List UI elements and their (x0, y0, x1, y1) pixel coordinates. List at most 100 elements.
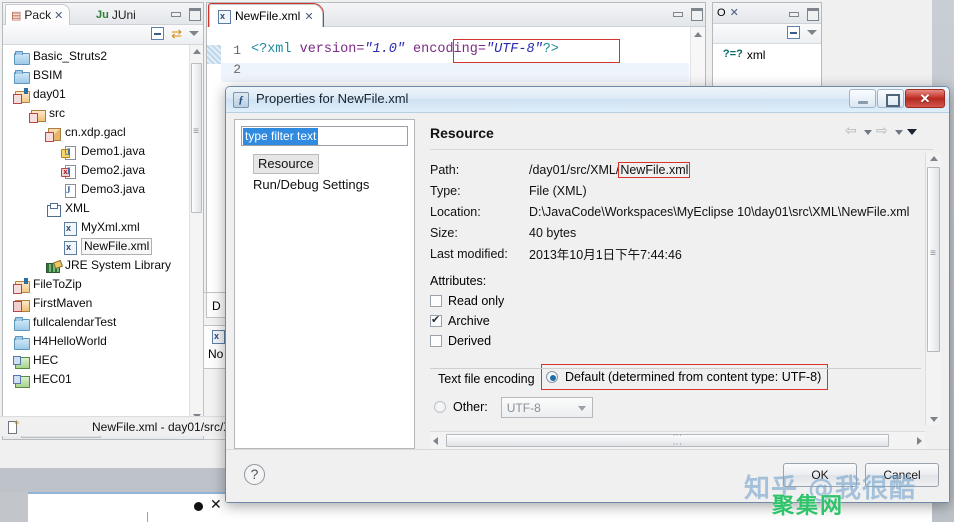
tree-item-label: src (49, 104, 65, 123)
collapse-all-icon[interactable] (787, 26, 800, 39)
link-with-editor-icon[interactable]: ⇄ (171, 27, 182, 40)
checkbox-box[interactable] (430, 335, 442, 347)
minimize-view-icon[interactable] (787, 7, 800, 19)
tab-package-explorer[interactable]: ▤ Pack ✕ (5, 4, 70, 25)
tab-outline[interactable]: O ✕ (717, 6, 739, 19)
chevron-down-icon[interactable] (578, 406, 586, 411)
scroll-thumb[interactable] (927, 167, 940, 352)
tree-item[interactable]: H4HelloWorld (3, 332, 203, 351)
nav-item-run-debug-settings[interactable]: Run/Debug Settings (253, 174, 414, 195)
close-icon[interactable]: ✕ (304, 10, 313, 23)
scroll-up-icon[interactable] (930, 156, 938, 161)
radio-button[interactable] (434, 401, 446, 413)
field-size: Size: 40 bytes (430, 222, 921, 243)
tree-item[interactable]: cn.xdp.gacl (3, 123, 203, 142)
checkbox-archive[interactable]: Archive (430, 311, 921, 331)
editor-view-buttons (671, 7, 702, 19)
minimize-button[interactable] (849, 89, 876, 108)
tree-item[interactable]: BSIM (3, 66, 203, 85)
forward-arrow-icon[interactable] (876, 125, 891, 139)
checkbox-derived[interactable]: Derived (430, 331, 921, 351)
scroll-thumb[interactable] (446, 434, 889, 447)
tree-item[interactable]: Basic_Struts2 (3, 47, 203, 66)
cancel-button[interactable]: Cancel (865, 463, 939, 487)
scroll-up-icon[interactable] (694, 32, 702, 37)
tree-item[interactable]: day01 (3, 85, 203, 104)
tree-item[interactable]: FirstMaven (3, 294, 203, 313)
tree-item[interactable]: NewFile.xml (3, 237, 203, 256)
xml-file-icon (215, 8, 231, 24)
checkbox-read-only[interactable]: Read only (430, 291, 921, 311)
page-vertical-scrollbar[interactable] (925, 153, 941, 425)
tree-item[interactable]: HEC (3, 351, 203, 370)
ok-button[interactable]: OK (783, 463, 857, 487)
field-value: D:\JavaCode\Workspaces\MyEclipse 10\day0… (529, 205, 909, 219)
tree-item-label: Demo1.java (81, 142, 145, 161)
code-token (405, 42, 413, 57)
scroll-down-icon[interactable] (930, 417, 938, 422)
group-title: Text file encoding (430, 372, 535, 386)
explorer-toolbar-icons: ⇄ (151, 27, 199, 40)
tree-item-label: XML (65, 199, 90, 218)
tree-item[interactable]: Demo3.java (3, 180, 203, 199)
nav-item-resource[interactable]: Resource (253, 154, 319, 174)
tree-item[interactable]: XML (3, 199, 203, 218)
outline-item-xml[interactable]: ?=? xml (713, 44, 821, 62)
view-menu-icon[interactable] (189, 31, 199, 36)
encoding-select[interactable]: UTF-8 (501, 397, 593, 418)
tab-junit[interactable]: Ju JUni (91, 4, 142, 25)
field-location: Location: D:\JavaCode\Workspaces\MyEclip… (430, 201, 921, 222)
tree-item[interactable]: MyXml.xml (3, 218, 203, 237)
close-icon[interactable]: ✕ (730, 6, 739, 19)
package-explorer-icon: ▤ (11, 9, 21, 22)
tree-item-label: BSIM (33, 66, 62, 85)
help-button[interactable]: ? (244, 464, 265, 485)
text-file-encoding-group: Text file encoding Default (determined f… (430, 359, 921, 419)
project-tree[interactable]: Basic_Struts2BSIMday01srccn.xdp.gacl!Dem… (3, 45, 203, 423)
scroll-up-icon[interactable] (193, 49, 201, 54)
resource-page: Resource Path: /day01/src/XML/NewFile.xm… (422, 119, 941, 449)
maximize-button[interactable] (877, 89, 904, 108)
filter-input[interactable]: type filter text (241, 126, 408, 146)
tree-item[interactable]: xDemo2.java (3, 161, 203, 180)
checkbox-box[interactable] (430, 315, 442, 327)
maximize-view-icon[interactable] (187, 7, 200, 19)
collapse-all-icon[interactable] (151, 27, 164, 40)
chevron-down-icon[interactable] (907, 129, 917, 135)
javaf-icon: x (61, 163, 77, 179)
jproj-icon (13, 277, 29, 293)
minimize-view-icon[interactable] (671, 7, 684, 19)
outline-item-label: xml (747, 48, 766, 62)
tree-item[interactable]: !Demo1.java (3, 142, 203, 161)
tree-item[interactable]: JRE System Library (3, 256, 203, 275)
scroll-left-icon[interactable] (433, 437, 438, 445)
outline-toolbar-icons (787, 26, 817, 39)
dialog-title-bar[interactable]: ƒ Properties for NewFile.xml (226, 87, 949, 113)
maximize-view-icon[interactable] (805, 7, 818, 19)
checkbox-box[interactable] (430, 295, 442, 307)
tree-item[interactable]: HEC01 (3, 370, 203, 389)
minimize-view-icon[interactable] (169, 7, 182, 19)
close-icon[interactable]: ✕ (54, 9, 63, 22)
maximize-view-icon[interactable] (689, 7, 702, 19)
scroll-thumb[interactable] (191, 63, 202, 213)
back-history-chevron-down-icon[interactable] (864, 130, 872, 135)
radio-other-encoding-row[interactable]: Other: UTF-8 (434, 395, 921, 419)
tree-item[interactable]: FileToZip (3, 275, 203, 294)
page-horizontal-scrollbar[interactable] (430, 431, 925, 449)
tree-item-label: H4HelloWorld (33, 332, 107, 351)
back-arrow-icon[interactable] (845, 125, 860, 139)
processing-instruction-icon: ?=? (723, 49, 743, 61)
explorer-tab-bar: ▤ Pack ✕ Ju JUni (3, 3, 203, 25)
close-button[interactable] (905, 89, 945, 108)
tree-vertical-scrollbar[interactable] (189, 45, 203, 423)
view-menu-icon[interactable] (807, 30, 817, 35)
forward-history-chevron-down-icon[interactable] (895, 130, 903, 135)
java-badge-icon (24, 278, 28, 284)
scroll-right-icon[interactable] (917, 437, 922, 445)
current-line-highlight (221, 63, 689, 82)
tab-newfile-xml[interactable]: NewFile.xml ✕ (209, 4, 323, 27)
tree-item[interactable]: src (3, 104, 203, 123)
tree-item[interactable]: fullcalendarTest (3, 313, 203, 332)
radio-button[interactable] (546, 371, 558, 383)
